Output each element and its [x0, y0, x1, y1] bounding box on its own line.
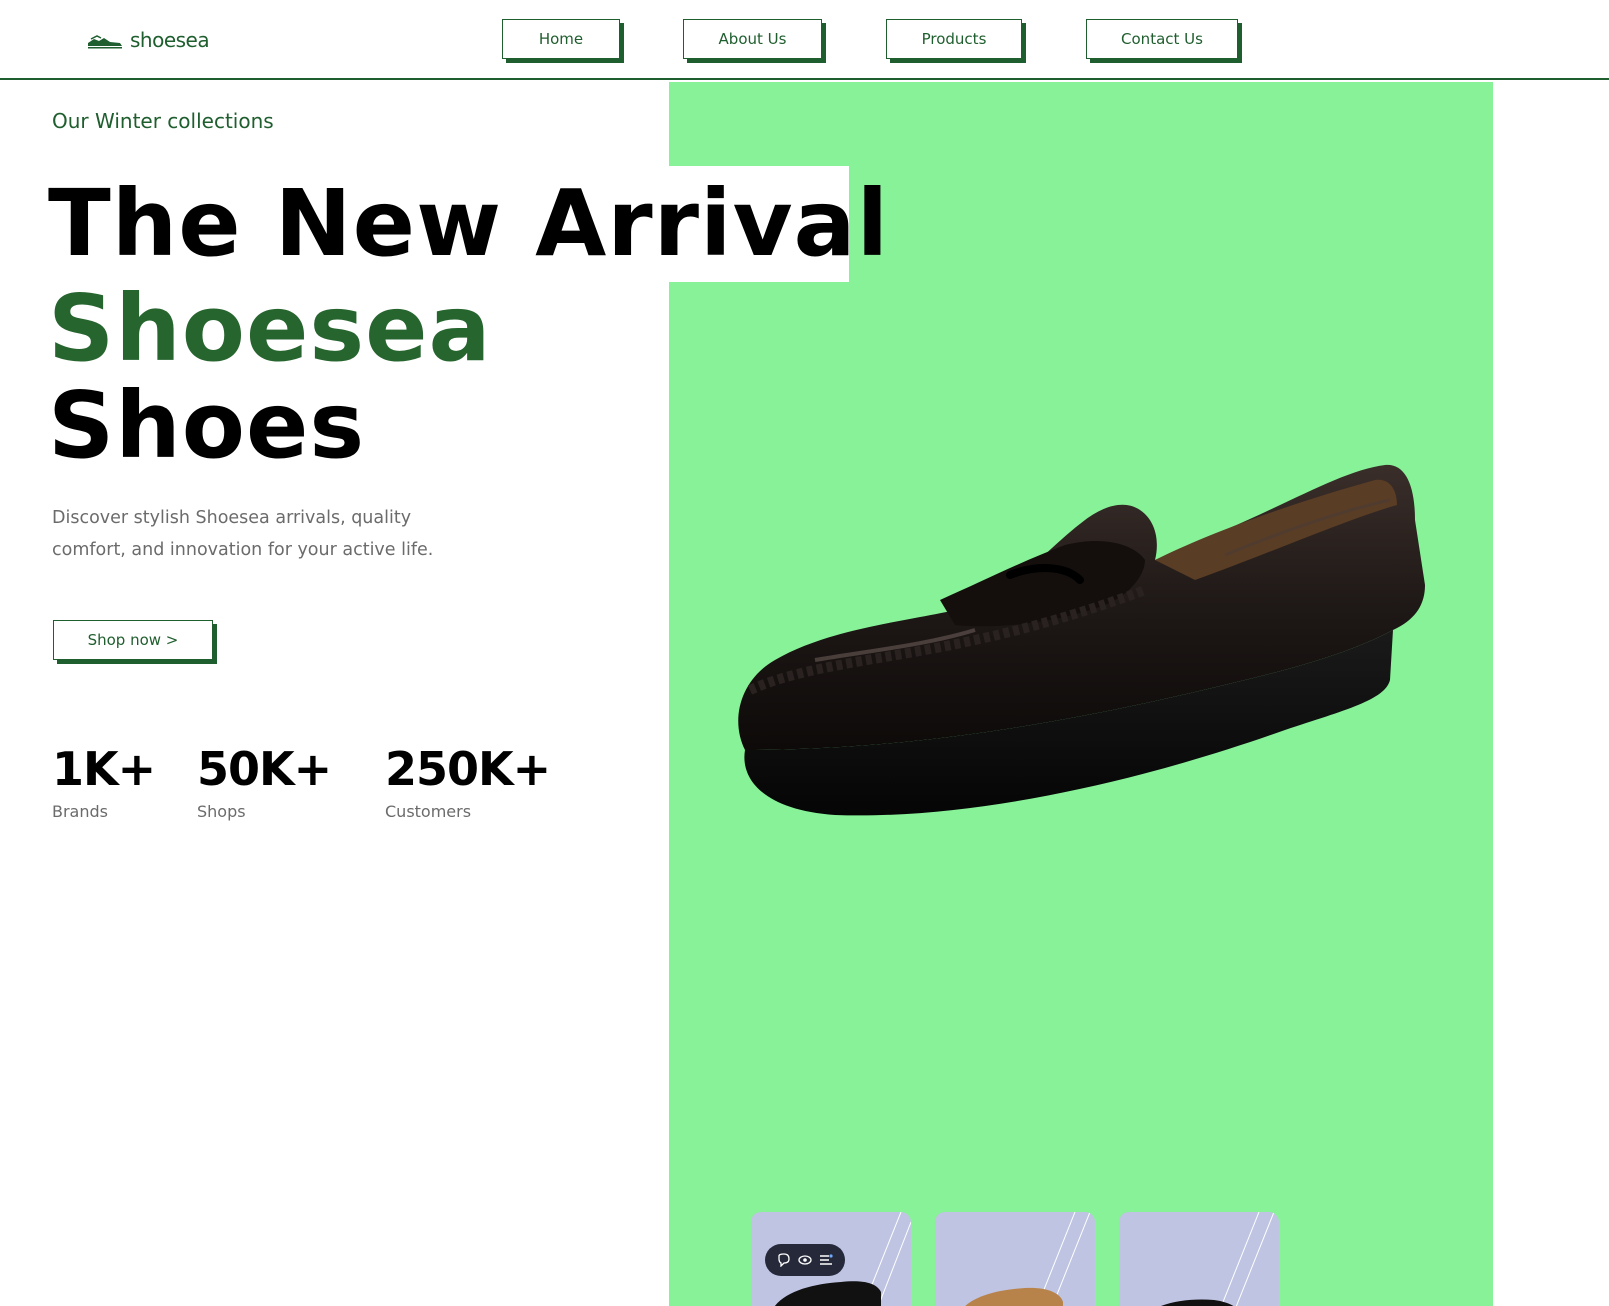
- nav-products-button[interactable]: Products: [886, 19, 1022, 59]
- comment-icon[interactable]: [776, 1252, 792, 1268]
- stat-label: Brands: [52, 802, 108, 821]
- hero-description: Discover stylish Shoesea arrivals, quali…: [52, 508, 434, 560]
- headline-line-2: Shoesea: [48, 275, 492, 382]
- shop-now-button[interactable]: Shop now >: [53, 620, 213, 660]
- stat-value: 1K+: [52, 742, 156, 796]
- stat-value: 50K+: [197, 742, 332, 796]
- menu-list-icon[interactable]: [818, 1252, 834, 1268]
- product-thumbnail-2[interactable]: [935, 1212, 1095, 1306]
- product-thumbnail-3[interactable]: [1119, 1212, 1279, 1306]
- floating-toolbar: [765, 1244, 845, 1276]
- site-header: shoesea Home About Us Products Contact U…: [0, 0, 1609, 80]
- loafer-shoe-image: [738, 464, 1425, 816]
- page: shoesea Home About Us Products Contact U…: [0, 0, 1609, 1306]
- nav-home-button[interactable]: Home: [502, 19, 620, 59]
- black-shoe-thumb-icon: [1161, 1212, 1275, 1306]
- stat-brands: 1K+ Brands: [52, 742, 156, 821]
- hero-subtitle: Our Winter collections: [52, 109, 274, 133]
- tan-loafer-thumb-icon: [965, 1212, 1091, 1306]
- shoe-logo-icon: [88, 35, 122, 49]
- nav-contact-button[interactable]: Contact Us: [1086, 19, 1238, 59]
- nav-about-button[interactable]: About Us: [683, 19, 822, 59]
- stat-label: Shops: [197, 802, 246, 821]
- stat-customers: 250K+ Customers: [385, 742, 551, 821]
- logo-text: shoesea: [130, 28, 210, 52]
- stat-label: Customers: [385, 802, 472, 821]
- headline-line-3: Shoes: [48, 372, 366, 479]
- stat-shops: 50K+ Shops: [197, 742, 332, 821]
- logo[interactable]: shoesea: [86, 28, 210, 52]
- eye-icon[interactable]: [797, 1252, 813, 1268]
- stat-value: 250K+: [385, 742, 551, 796]
- headline-line-1: The New Arrival: [48, 170, 890, 277]
